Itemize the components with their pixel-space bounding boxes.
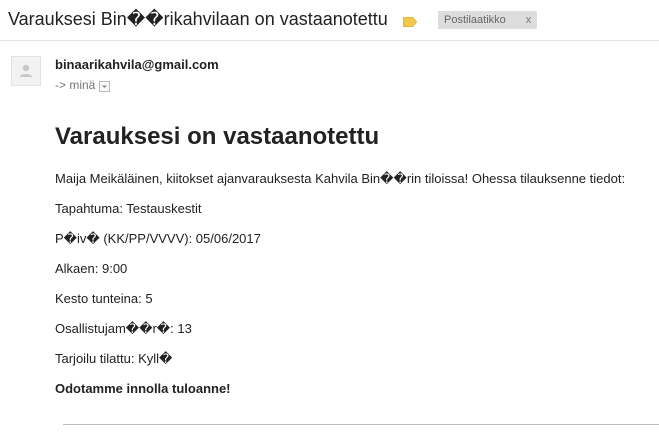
- label-chip-text: Postilaatikko: [444, 14, 506, 26]
- participants-line: Osallistujam��r�: 13: [55, 321, 192, 336]
- divider: [63, 424, 659, 425]
- body-heading: Varauksesi on vastaanotettu: [55, 123, 380, 150]
- event-line: Tapahtuma: Testauskestit: [55, 201, 202, 216]
- label-tag-icon[interactable]: [403, 14, 418, 27]
- recipient-details-dropdown[interactable]: [99, 80, 111, 92]
- chevron-down-icon: [102, 85, 108, 88]
- date-line: P�iv� (KK/PP/VVVV): 05/06/2017: [55, 231, 261, 246]
- sender-address[interactable]: binaarikahvila@gmail.com: [55, 57, 219, 72]
- email-subject: Varauksesi Bin��rikahvilaan on vastaanot…: [8, 9, 388, 29]
- label-chip-inbox[interactable]: Postilaatikko x: [438, 11, 538, 29]
- recipient-line: -> minä: [55, 78, 111, 92]
- person-icon: [20, 64, 32, 77]
- catering-line: Tarjoilu tilattu: Kyll�: [55, 351, 173, 366]
- start-time-line: Alkaen: 9:00: [55, 261, 128, 276]
- avatar: [11, 56, 41, 86]
- duration-line: Kesto tunteina: 5: [55, 291, 153, 306]
- remove-label-button[interactable]: x: [526, 11, 532, 29]
- body-intro: Maija Meikäläinen, kiitokset ajanvarauks…: [55, 171, 626, 186]
- subject-bar: Varauksesi Bin��rikahvilaan on vastaanot…: [0, 0, 659, 41]
- email-view: Varauksesi Bin��rikahvilaan on vastaanot…: [0, 0, 659, 439]
- recipient-text: -> minä: [55, 78, 96, 92]
- email-body: Varauksesi on vastaanotettu Maija Meikäl…: [55, 120, 645, 411]
- closing-line: Odotamme innolla tuloanne!: [55, 381, 231, 396]
